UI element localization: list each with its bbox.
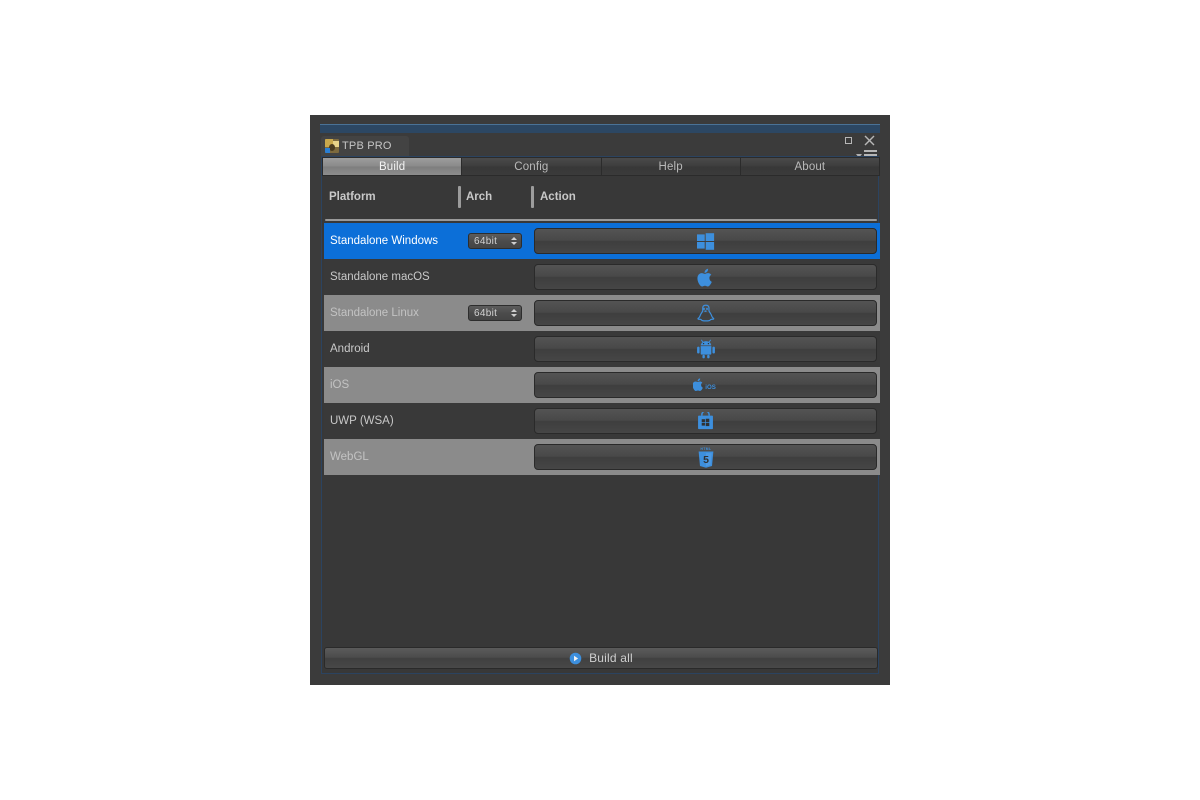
svg-text:HTML: HTML [700,447,711,451]
ios-apple-icon: iOS [692,377,716,391]
arch-dropdown-value: 64bit [474,235,498,247]
row-action-cell [532,264,880,290]
row-action-cell [532,408,880,434]
row-action-cell: HTML 5 [532,444,880,470]
build-ios-button[interactable]: iOS [534,372,877,398]
build-all-bar: Build all [324,647,878,669]
windows-icon [697,232,715,250]
tab-help[interactable]: Help [601,157,741,176]
build-android-button[interactable] [534,336,877,362]
row-platform-label: Android [330,343,370,355]
table-row[interactable]: iOS iOS [324,367,880,403]
build-linux-button[interactable] [534,300,877,326]
apple-icon [697,268,712,286]
table-row[interactable]: WebGL HTML 5 [324,439,880,475]
updown-arrows-icon [510,308,517,319]
row-action-cell [532,300,880,326]
platform-list: Standalone Windows 64bit Standalone macO… [324,223,880,475]
window-controls [843,134,876,147]
column-header-arch: Arch [466,191,493,203]
tab-about-label: About [794,160,826,173]
header-divider [325,219,877,221]
arch-dropdown[interactable]: 64bit [468,305,522,321]
panel-tab-label: TPB PRO [342,140,392,152]
arch-dropdown-value: 64bit [474,307,498,319]
updown-arrows-icon [510,236,517,247]
android-icon [696,339,715,359]
build-uwp-button[interactable] [534,408,877,434]
column-header-action: Action [540,191,576,203]
row-platform-label: WebGL [330,451,369,463]
row-action-cell [532,336,880,362]
row-action-cell [532,228,880,254]
build-all-label: Build all [589,651,633,665]
column-separator [531,186,534,208]
column-headers: Platform Arch Action [322,181,880,217]
tab-config-label: Config [514,160,549,173]
table-row[interactable]: UWP (WSA) [324,403,880,439]
row-platform-label: iOS [330,379,350,391]
table-row[interactable]: Android [324,331,880,367]
row-platform-label: Standalone Windows [330,235,439,247]
row-platform-label: UWP (WSA) [330,415,394,427]
row-action-cell: iOS [532,372,880,398]
panel-tab-tpb-pro[interactable]: TPB PRO [321,136,409,156]
panel-body: Build Config Help About Platform Arch Ac… [321,156,880,674]
row-arch-cell: 64bit [458,305,532,321]
arch-dropdown[interactable]: 64bit [468,233,522,249]
svg-text:iOS: iOS [705,383,716,390]
screenshot-root: TPB PRO Build Config Help About Platform… [0,0,1200,800]
linux-penguin-icon [697,304,715,321]
table-row[interactable]: Standalone Linux 64bit [324,295,880,331]
column-separator [458,186,461,208]
build-webgl-button[interactable]: HTML 5 [534,444,877,470]
column-header-platform: Platform [329,191,376,203]
row-arch-cell: 64bit [458,233,532,249]
row-platform-label: Standalone Linux [330,307,419,319]
tab-about[interactable]: About [740,157,880,176]
svg-text:5: 5 [703,453,709,465]
tab-bar: Build Config Help About [322,157,880,176]
table-row[interactable]: Standalone macOS [324,259,880,295]
tpb-pro-logo-icon [325,139,339,153]
build-macos-button[interactable] [534,264,877,290]
window-title-strip [320,124,880,133]
html5-icon: HTML 5 [698,447,713,468]
close-icon[interactable] [863,134,876,147]
tpb-pro-window: TPB PRO Build Config Help About Platform… [310,115,890,685]
build-all-button[interactable]: Build all [324,647,878,669]
windows-store-icon [698,411,713,429]
play-circle-icon [569,652,582,664]
tab-build-label: Build [378,160,406,173]
tab-help-label: Help [658,160,683,173]
tab-build[interactable]: Build [322,157,463,176]
table-row[interactable]: Standalone Windows 64bit [324,223,880,259]
build-windows-button[interactable] [534,228,877,254]
tab-config[interactable]: Config [462,157,602,176]
maximize-icon[interactable] [843,134,856,147]
row-platform-label: Standalone macOS [330,271,430,283]
